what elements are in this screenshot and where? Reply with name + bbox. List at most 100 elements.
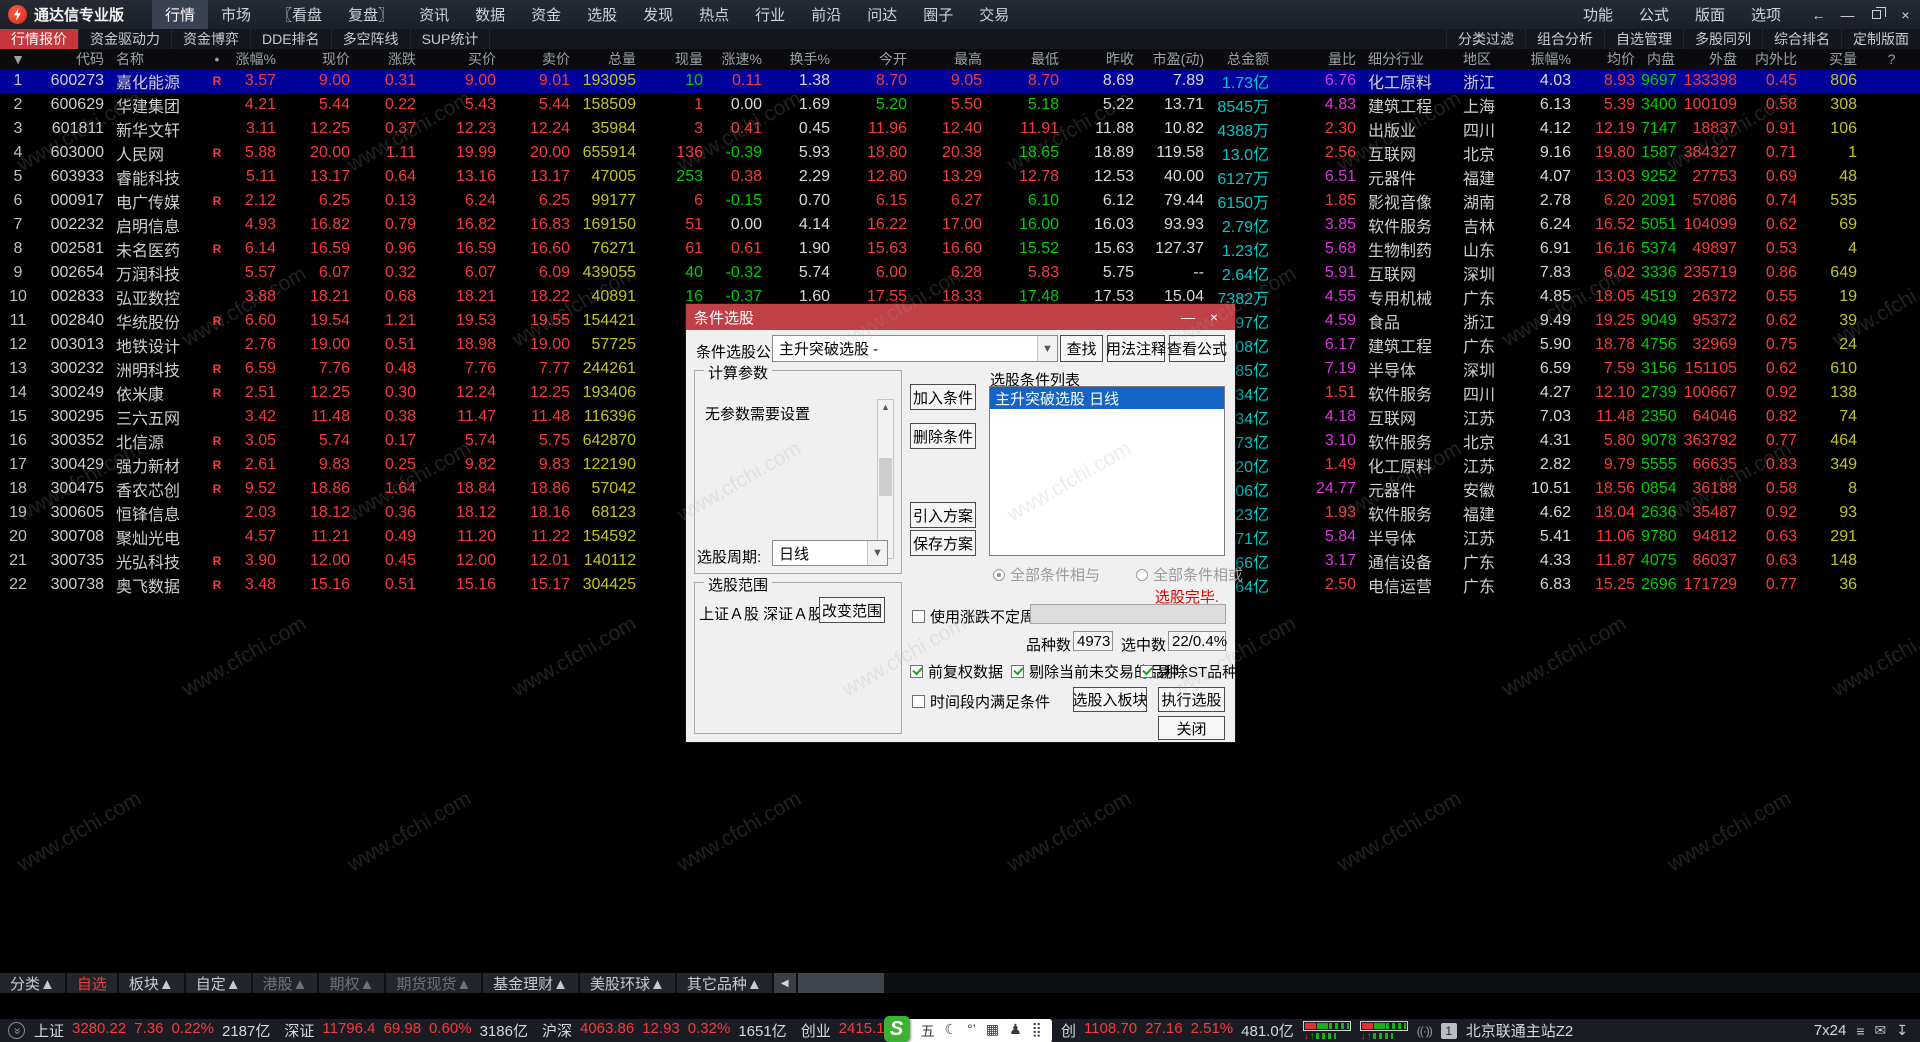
mail-icon[interactable]: ✉ <box>1875 1022 1887 1039</box>
toolbar-item-资金博弈[interactable]: 资金博弈 <box>172 29 251 49</box>
close-icon[interactable]: × <box>1891 0 1920 29</box>
index-深证[interactable]: 深证 11796.4 69.98 0.60% 3186亿 <box>284 1020 528 1041</box>
header-换手%[interactable]: 换手% <box>768 49 836 69</box>
menu-item-选股[interactable]: 选股 <box>574 0 630 29</box>
dialog-close-button[interactable]: 关闭 <box>1158 716 1225 740</box>
import-plan-button[interactable]: 引入方案 <box>910 502 976 528</box>
tab-分类[interactable]: 分类▲ <box>0 973 65 993</box>
header-振幅%[interactable]: 振幅% <box>1517 49 1577 69</box>
find-button[interactable]: 查找 <box>1060 335 1103 362</box>
tab-板块[interactable]: 板块▲ <box>118 973 184 993</box>
dialog-close-icon[interactable]: × <box>1201 309 1227 325</box>
formula-combobox[interactable]: 主升突破选股 - ▼ <box>772 335 1058 362</box>
tab-港股[interactable]: 港股▲ <box>252 973 318 993</box>
menu-item-问达[interactable]: 问达 <box>854 0 910 29</box>
back-icon[interactable]: ← <box>1804 0 1833 29</box>
menu-item-发现[interactable]: 发现 <box>630 0 686 29</box>
menu-item-选项[interactable]: 选项 <box>1738 4 1794 25</box>
header-内盘[interactable]: 内盘 <box>1641 49 1681 69</box>
params-scrollbar[interactable]: ▲ ▼ <box>877 399 894 559</box>
header-涨速%[interactable]: 涨速% <box>709 49 768 69</box>
period-combobox[interactable]: 日线 ▼ <box>772 540 888 566</box>
radio-all-or[interactable]: 全部条件相或 <box>1136 564 1243 585</box>
usage-notes-button[interactable]: 用法注释 <box>1106 335 1166 362</box>
expand-indices-icon[interactable]: « <box>8 1022 25 1039</box>
table-row[interactable]: 3 601811 新华文轩 3.11 12.25 0.37 12.23 12.24 35984 3… <box>0 117 1920 141</box>
minimize-icon[interactable]: — <box>1833 0 1862 29</box>
dialog-minimize-icon[interactable]: — <box>1175 309 1201 325</box>
condition-list-item[interactable]: 主升突破选股 日线 <box>990 387 1224 409</box>
header-细分行业[interactable]: 细分行业 <box>1362 49 1457 69</box>
toolbar-item-分类过滤[interactable]: 分类过滤 <box>1446 29 1525 49</box>
tab-其它品种[interactable]: 其它品种▲ <box>676 973 772 993</box>
index-创业[interactable]: 创业 2415.1 <box>801 1020 885 1041</box>
table-row[interactable]: 4 603000 人民网 R 5.88 20.00 1.11 19.99 20.00 655914… <box>0 141 1920 165</box>
header-总量[interactable]: 总量 <box>576 49 642 69</box>
header-量比[interactable]: 量比 <box>1275 49 1362 69</box>
menu-item-热点[interactable]: 热点 <box>686 0 742 29</box>
save-plan-button[interactable]: 保存方案 <box>910 530 976 556</box>
header-市盈(动)[interactable]: 市盈(动) <box>1140 49 1210 69</box>
time-range-checkbox[interactable]: 时间段内满足条件 <box>912 691 1050 712</box>
table-row[interactable]: 5 603933 睿能科技 5.11 13.17 0.64 13.16 13.17 47005 2… <box>0 165 1920 189</box>
remove-condition-button[interactable]: 删除条件 <box>910 423 976 449</box>
menu-item-公式[interactable]: 公式 <box>1626 4 1682 25</box>
header-卖价[interactable]: 卖价 <box>502 49 576 69</box>
pick-to-block-button[interactable]: 选股入板块 <box>1073 687 1148 712</box>
toolbar-item-定制版面[interactable]: 定制版面 <box>1841 29 1920 49</box>
header-最低[interactable]: 最低 <box>988 49 1065 69</box>
header-现量[interactable]: 现量 <box>642 49 709 69</box>
toolbar-item-组合分析[interactable]: 组合分析 <box>1525 29 1604 49</box>
ime-toolbar[interactable]: S 五 ☾ °’ ▦ ♟ ⣿ <box>883 1016 1052 1042</box>
table-row[interactable]: 2 600629 华建集团 4.21 5.44 0.22 5.43 5.44 158509 1 0.… <box>0 93 1920 117</box>
header-最高[interactable]: 最高 <box>913 49 988 69</box>
header-外盘[interactable]: 外盘 <box>1681 49 1743 69</box>
list-icon[interactable]: ≡ <box>1856 1023 1864 1039</box>
menu-item-复盘〗[interactable]: 复盘〗 <box>335 0 406 29</box>
header-涨跌[interactable]: 涨跌 <box>356 49 422 69</box>
header-•[interactable]: • <box>207 49 227 69</box>
change-range-button[interactable]: 改变范围 <box>819 597 885 623</box>
header-▼[interactable]: ▼ <box>0 49 36 69</box>
menu-item-功能[interactable]: 功能 <box>1570 4 1626 25</box>
adjusted-data-checkbox[interactable]: 前复权数据 <box>910 661 1003 682</box>
tab-期权[interactable]: 期权▲ <box>319 973 385 993</box>
menu-item-资讯[interactable]: 资讯 <box>406 0 462 29</box>
toolbar-item-自选管理[interactable]: 自选管理 <box>1604 29 1683 49</box>
table-row[interactable]: 9 002654 万润科技 5.57 6.07 0.32 6.07 6.09 439055 40-… <box>0 261 1920 285</box>
tab-自定[interactable]: 自定▲ <box>185 973 251 993</box>
index-沪深[interactable]: 沪深 4063.86 12.93 0.32% 1651亿 <box>542 1020 787 1041</box>
toolbar-item-多空阵线[interactable]: 多空阵线 <box>332 29 411 49</box>
restore-icon[interactable] <box>1862 0 1891 29</box>
keyboard-icon[interactable]: ▦ <box>986 1021 999 1041</box>
chevron-down-icon[interactable]: ▼ <box>867 541 887 565</box>
dialog-titlebar[interactable]: 条件选股 — × <box>686 304 1235 330</box>
header-均价[interactable]: 均价 <box>1577 49 1641 69</box>
header-买量[interactable]: 买量 <box>1803 49 1863 69</box>
header-今开[interactable]: 今开 <box>836 49 913 69</box>
header-地区[interactable]: 地区 <box>1457 49 1517 69</box>
header-昨收[interactable]: 昨收 <box>1065 49 1140 69</box>
header-内外比[interactable]: 内外比 <box>1743 49 1803 69</box>
sogou-logo-icon[interactable]: S <box>883 1016 910 1042</box>
header-?[interactable]: ? <box>1863 49 1920 69</box>
grid-icon[interactable]: ⣿ <box>1032 1021 1042 1041</box>
toolbar-item-综合排名[interactable]: 综合排名 <box>1762 29 1841 49</box>
radio-all-and[interactable]: 全部条件相与 <box>993 564 1100 585</box>
moon-icon[interactable]: ☾ <box>945 1021 958 1041</box>
menu-item-版面[interactable]: 版面 <box>1682 4 1738 25</box>
menu-item-数据[interactable]: 数据 <box>462 0 518 29</box>
wubi-mode-icon[interactable]: 五 <box>921 1021 935 1041</box>
menu-item-交易[interactable]: 交易 <box>966 0 1022 29</box>
toolbar-item-行情报价[interactable]: 行情报价 <box>0 29 79 49</box>
menu-item-行情[interactable]: 行情 <box>152 0 209 29</box>
remove-st-checkbox[interactable]: 剔除ST品种 <box>1140 661 1237 682</box>
header-名称[interactable]: 名称 <box>110 49 207 69</box>
execute-pick-button[interactable]: 执行选股 <box>1158 687 1225 712</box>
menu-item-行业[interactable]: 行业 <box>742 0 798 29</box>
header-现价[interactable]: 现价 <box>282 49 356 69</box>
menu-item-〖看盘[interactable]: 〖看盘 <box>264 0 335 29</box>
view-formula-button[interactable]: 查看公式 <box>1167 335 1227 362</box>
header-买价[interactable]: 买价 <box>422 49 502 69</box>
condition-listbox[interactable]: 主升突破选股 日线 <box>989 386 1225 556</box>
